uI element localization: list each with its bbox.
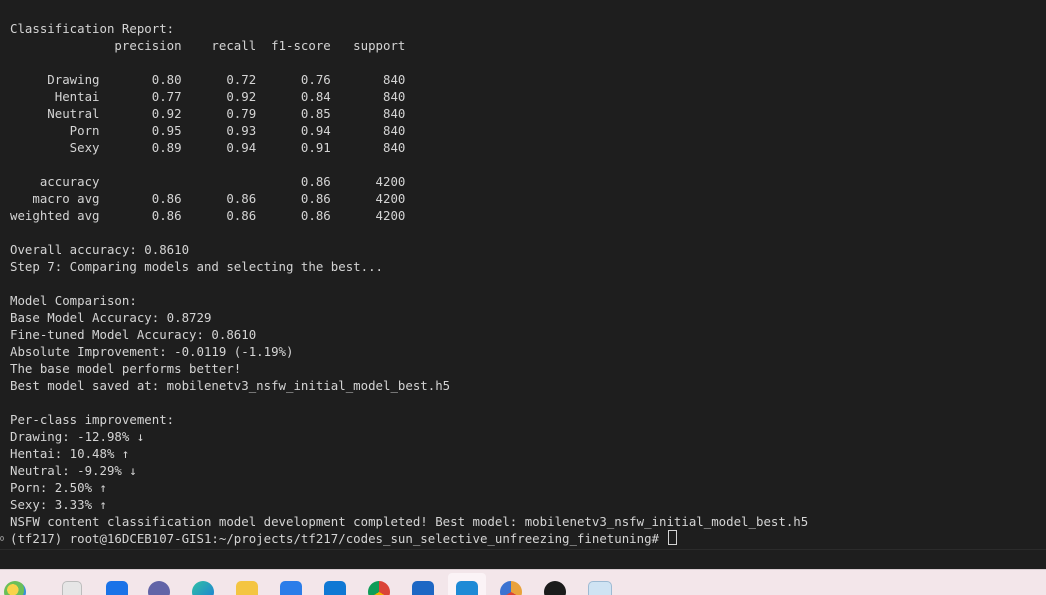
terminal-line: weighted avg 0.86 0.86 0.86 4200: [10, 208, 406, 223]
terminal-panel[interactable]: Classification Report: precision recall …: [0, 0, 1046, 549]
terminal-line: Best model saved at: mobilenetv3_nsfw_in…: [10, 378, 451, 393]
command-decoration-icon[interactable]: [0, 536, 4, 541]
defender-icon[interactable]: [412, 581, 434, 595]
terminal-prompt-line[interactable]: (tf217) root@16DCEB107-GIS1:~/projects/t…: [10, 530, 678, 547]
file-explorer-icon[interactable]: [106, 581, 128, 595]
folder-icon[interactable]: [236, 581, 258, 595]
image-app-icon[interactable]: [588, 581, 612, 595]
terminal-line: Drawing 0.80 0.72 0.76 840: [10, 72, 406, 87]
terminal-line: Neutral: -9.29% ↓: [10, 463, 137, 478]
terminal-line: Step 7: Comparing models and selecting t…: [10, 259, 383, 274]
terminal-line: Neutral 0.92 0.79 0.85 840: [10, 106, 406, 121]
terminal-cursor: [668, 530, 678, 545]
terminal-line: NSFW content classification model develo…: [10, 514, 809, 529]
terminal-line: macro avg 0.86 0.86 0.86 4200: [10, 191, 406, 206]
photos-icon[interactable]: [4, 581, 26, 595]
terminal-line: Hentai 0.77 0.92 0.84 840: [10, 89, 406, 104]
vscode-icon[interactable]: [456, 581, 478, 595]
terminal-line: Drawing: -12.98% ↓: [10, 429, 145, 444]
taskbar: [0, 569, 1046, 595]
terminal-line: Hentai: 10.48% ↑: [10, 446, 130, 461]
mail-icon[interactable]: [324, 581, 346, 595]
terminal-line: Porn 0.95 0.93 0.94 840: [10, 123, 406, 138]
terminal-line: Classification Report:: [10, 21, 175, 36]
terminal-line: Per-class improvement:: [10, 412, 175, 427]
terminal-line: precision recall f1-score support: [10, 38, 406, 53]
qq-icon[interactable]: [544, 581, 566, 595]
edge-icon[interactable]: [192, 581, 214, 595]
terminal-bottom-strip: [0, 549, 1046, 570]
terminal-line: accuracy 0.86 4200: [10, 174, 406, 189]
terminal-line: Base Model Accuracy: 0.8729: [10, 310, 212, 325]
terminal-line: The base model performs better!: [10, 361, 242, 376]
terminal-line: Overall accuracy: 0.8610: [10, 242, 190, 257]
terminal-line: Sexy 0.89 0.94 0.91 840: [10, 140, 406, 155]
apps-icon[interactable]: [62, 581, 82, 595]
terminal-line: Model Comparison:: [10, 293, 137, 308]
store-icon[interactable]: [280, 581, 302, 595]
terminal-prompt: (tf217) root@16DCEB107-GIS1:~/projects/t…: [10, 531, 667, 546]
terminal-line: Sexy: 3.33% ↑: [10, 497, 107, 512]
chrome-icon[interactable]: [368, 581, 390, 595]
terminal-line: Fine-tuned Model Accuracy: 0.8610: [10, 327, 257, 342]
terminal-line: Porn: 2.50% ↑: [10, 480, 107, 495]
terminal-line: Absolute Improvement: -0.0119 (-1.19%): [10, 344, 294, 359]
chrome-canary-icon[interactable]: [500, 581, 522, 595]
teams-icon[interactable]: [148, 581, 170, 595]
